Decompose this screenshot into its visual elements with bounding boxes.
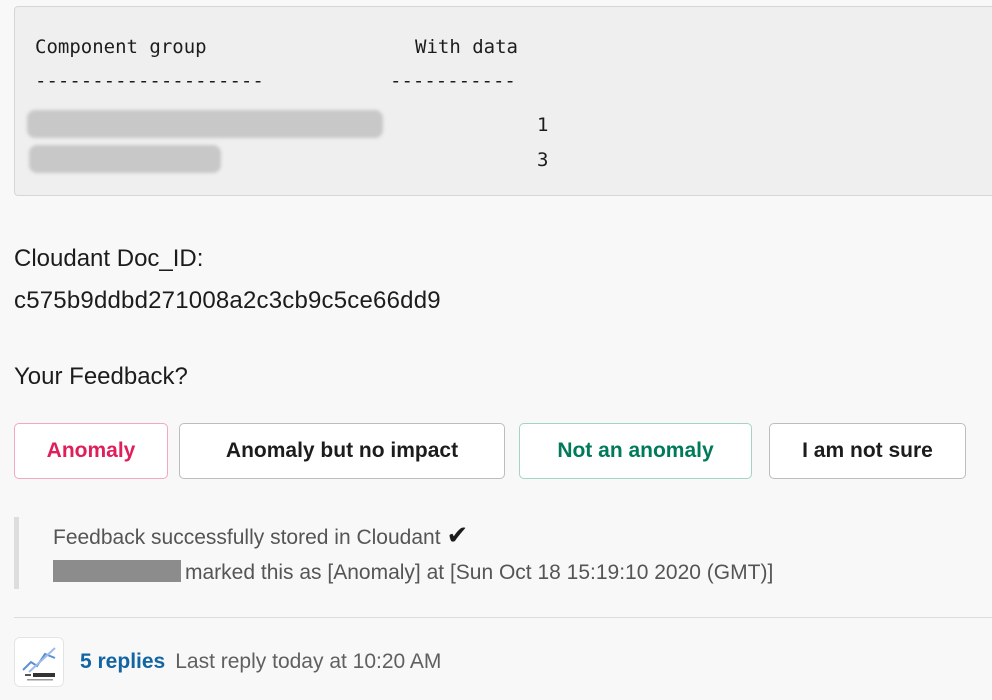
- table-header-with-data: With data: [415, 36, 518, 58]
- divider: [14, 617, 992, 618]
- table-separator-col2: -----------: [390, 70, 516, 92]
- table-row-value: 3: [537, 149, 549, 171]
- confirmation-line: Feedback successfully stored in Cloudant…: [53, 521, 468, 552]
- redacted-component-name: [29, 145, 221, 173]
- anomaly-no-impact-button[interactable]: Anomaly but no impact: [179, 423, 505, 479]
- replies-link[interactable]: 5 replies: [80, 650, 165, 674]
- feedback-confirmation: Feedback successfully stored in Cloudant…: [14, 517, 974, 589]
- code-block: Component group With data --------------…: [14, 6, 992, 196]
- table-header-component-group: Component group: [35, 36, 207, 58]
- confirmation-text: Feedback successfully stored in Cloudant: [53, 526, 441, 549]
- checkmark-icon: ✔: [446, 520, 469, 550]
- marked-by-line: marked this as [Anomaly] at [Sun Oct 18 …: [53, 559, 773, 587]
- last-reply-timestamp: Last reply today at 10:20 AM: [175, 650, 442, 673]
- doc-id-value: c575b9ddbd271008a2c3cb9c5ce66dd9: [14, 287, 441, 314]
- feedback-question: Your Feedback?: [14, 363, 188, 390]
- table-row-value: 1: [537, 114, 549, 136]
- redacted-user-name: [53, 560, 181, 582]
- app-bot-icon[interactable]: [14, 637, 64, 687]
- marked-by-text: marked this as [Anomaly] at [Sun Oct 18 …: [185, 561, 774, 584]
- not-anomaly-button[interactable]: Not an anomaly: [519, 423, 752, 479]
- doc-id-label: Cloudant Doc_ID:: [14, 245, 204, 272]
- app-logo-icon: [15, 638, 63, 686]
- thread-summary[interactable]: 5 replies Last reply today at 10:20 AM: [14, 636, 441, 688]
- not-sure-button[interactable]: I am not sure: [769, 423, 966, 479]
- table-separator-col1: --------------------: [35, 70, 264, 92]
- redacted-component-name: [27, 110, 383, 138]
- anomaly-button[interactable]: Anomaly: [14, 423, 168, 479]
